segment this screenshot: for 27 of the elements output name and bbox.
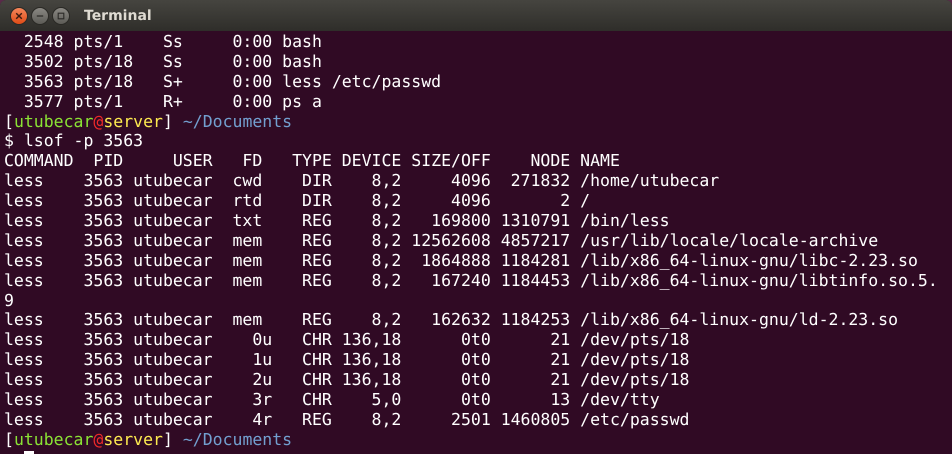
window-title: Terminal xyxy=(84,8,152,24)
terminal-line: 2548 pts/1 Ss 0:00 bash xyxy=(22,32,322,52)
close-icon xyxy=(15,12,23,20)
terminal-line: less 3563 utubecar 2u CHR 136,18 0t0 21 /dev/pts/18 xyxy=(4,370,690,390)
terminal-line: less 3563 utubecar 0u CHR 136,18 0t0 21 /dev/pts/18 xyxy=(4,330,690,350)
terminal-line: less 3563 utubecar 1u CHR 136,18 0t0 21 /dev/pts/18 xyxy=(4,350,690,370)
terminal-line: 9 xyxy=(4,290,14,310)
terminal-line: less 3563 utubecar cwd DIR 8,2 4096 271832 /home/utubecar xyxy=(4,171,720,192)
close-button[interactable] xyxy=(10,6,28,24)
terminal-prompt: [utubecar@server] ~/Documents xyxy=(4,112,292,132)
terminal-line: 3577 pts/1 R+ 0:00 ps a xyxy=(22,92,322,112)
maximize-icon xyxy=(57,12,65,20)
terminal-line: less 3563 utubecar mem REG 8,2 1864888 1184281 /lib/x86_64-linux-gnu/libc-2.23.so xyxy=(4,250,918,271)
terminal-line: $ lsof -p 3563 xyxy=(4,131,144,152)
maximize-button[interactable] xyxy=(52,6,70,24)
terminal-line: less 3563 utubecar mem REG 8,2 162632 1184253 /lib/x86_64-linux-gnu/ld-2.23.so xyxy=(4,310,898,330)
terminal-line: less 3563 utubecar rtd DIR 8,2 4096 2 / xyxy=(4,191,590,212)
terminal-line: less 3563 utubecar 3r CHR 5,0 0t0 13 /dev/tty xyxy=(4,390,660,410)
terminal-line: 3563 pts/18 S+ 0:00 less /etc/passwd xyxy=(22,72,442,92)
terminal-line: less 3563 utubecar mem REG 8,2 167240 1184453 /lib/x86_64-linux-gnu/libtinfo.so.5. xyxy=(4,270,938,291)
terminal-line: less 3563 utubecar txt REG 8,2 169800 1310791 /bin/less xyxy=(4,211,670,231)
terminal-line: COMMAND PID USER FD TYPE DEVICE SIZE/OFF NODE NAME xyxy=(4,151,620,172)
terminal-prompt: [utubecar@server] ~/Documents xyxy=(4,430,292,450)
terminal-line: less 3563 utubecar mem REG 8,2 12562608 4857217 /usr/lib/locale/locale-archive xyxy=(4,230,878,251)
minimize-button[interactable] xyxy=(31,6,49,24)
terminal-line: less 3563 utubecar 4r REG 8,2 2501 1460805 /etc/passwd xyxy=(4,410,690,430)
terminal-line: 3502 pts/18 Ss 0:00 bash xyxy=(22,52,322,72)
